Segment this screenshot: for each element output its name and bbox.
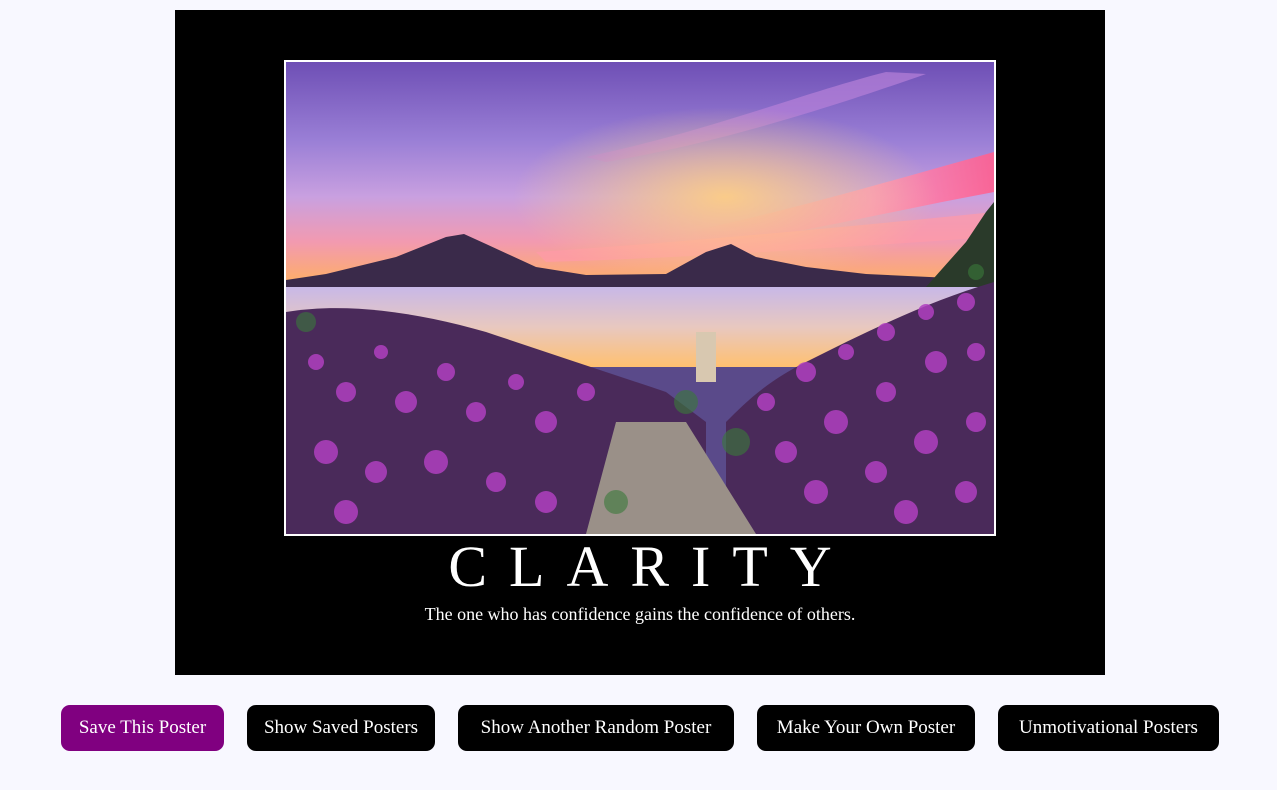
- poster-image: [284, 60, 996, 536]
- poster-title: CLARITY: [448, 534, 854, 599]
- lake-sunset-lavender-image: [286, 62, 994, 534]
- make-own-poster-button[interactable]: Make Your Own Poster: [757, 705, 975, 751]
- poster-actions: Save This Poster Show Saved Posters Show…: [0, 705, 1277, 751]
- poster: CLARITY The one who has confidence gains…: [175, 10, 1105, 675]
- poster-quote: The one who has confidence gains the con…: [424, 604, 856, 624]
- show-random-poster-button[interactable]: Show Another Random Poster: [458, 705, 734, 751]
- save-poster-button[interactable]: Save This Poster: [61, 705, 224, 751]
- unmotivational-posters-button[interactable]: Unmotivational Posters: [998, 705, 1219, 751]
- show-saved-posters-button[interactable]: Show Saved Posters: [247, 705, 435, 751]
